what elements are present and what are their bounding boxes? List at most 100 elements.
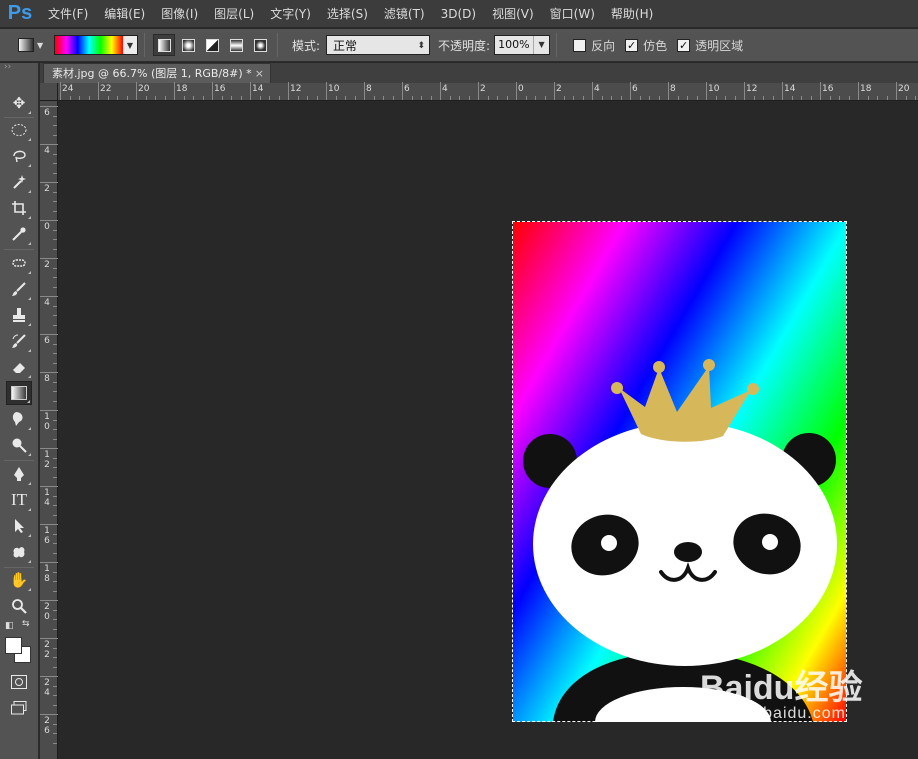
ruler-label: 18: [176, 84, 188, 94]
ruler-subtick: [53, 723, 57, 725]
menu-window[interactable]: 窗口(W): [542, 0, 603, 28]
eyedropper-tool-icon[interactable]: [6, 222, 32, 246]
linear-gradient-button[interactable]: [153, 34, 175, 56]
menu-edit[interactable]: 编辑(E): [96, 0, 153, 28]
reflected-gradient-button[interactable]: [225, 34, 247, 56]
path-selection-tool-icon[interactable]: [6, 514, 32, 538]
lasso-tool-icon[interactable]: [6, 144, 32, 168]
opacity-input[interactable]: 100% ▼: [494, 35, 551, 55]
angle-gradient-button[interactable]: [201, 34, 223, 56]
crop-tool-icon[interactable]: [6, 196, 32, 220]
ruler-subtick: [53, 391, 57, 392]
pen-tool-icon[interactable]: [6, 462, 32, 486]
ruler-tick: [40, 182, 58, 183]
gradient-tool-icon[interactable]: [6, 381, 32, 405]
quick-mask-icon[interactable]: [6, 670, 32, 694]
swap-colors-icon[interactable]: ⇆: [22, 619, 30, 629]
menu-image[interactable]: 图像(I): [153, 0, 206, 28]
screen-mode-icon[interactable]: [6, 696, 32, 720]
photoshop-logo: Ps: [7, 2, 33, 24]
transparency-check-box[interactable]: ✓: [677, 38, 691, 52]
ruler-subtick: [354, 96, 356, 100]
ruler-subtick: [411, 96, 413, 100]
menu-file[interactable]: 文件(F): [40, 0, 96, 28]
dodge-tool-icon[interactable]: [6, 433, 32, 457]
ruler-subtick: [231, 96, 232, 100]
ruler-subtick: [506, 96, 508, 100]
menu-layer[interactable]: 图层(L): [206, 0, 262, 28]
hand-tool-icon[interactable]: ✋: [6, 568, 32, 592]
panda-left-eye: [601, 535, 617, 551]
ruler-subtick: [53, 495, 57, 497]
radial-gradient-button[interactable]: [177, 34, 199, 56]
tool-preset-picker[interactable]: ▼: [18, 34, 48, 56]
gradient-picker[interactable]: ▼: [54, 35, 138, 55]
mode-select[interactable]: 正常 ⬍: [326, 35, 431, 55]
healing-brush-tool-icon[interactable]: [6, 251, 32, 275]
menu-bar: Ps 文件(F) 编辑(E) 图像(I) 图层(L) 文字(Y) 选择(S) 滤…: [0, 0, 918, 28]
ruler-origin[interactable]: [40, 83, 58, 101]
reverse-check-box[interactable]: [573, 38, 587, 52]
diamond-gradient-button[interactable]: [249, 34, 271, 56]
magic-wand-tool-icon[interactable]: [6, 170, 32, 194]
angle-gradient-icon: [205, 38, 219, 52]
ruler-label: 20: [44, 602, 50, 622]
brush-tool-icon[interactable]: [6, 277, 32, 301]
ruler-subtick: [53, 324, 57, 326]
ruler-subtick: [373, 96, 375, 100]
type-tool-icon[interactable]: IT: [6, 488, 32, 512]
close-icon[interactable]: ×: [255, 64, 264, 83]
dither-check-box[interactable]: ✓: [625, 38, 639, 52]
ruler-subtick: [53, 695, 57, 696]
reverse-checkbox[interactable]: 反向: [573, 37, 615, 54]
clone-stamp-tool-icon[interactable]: [6, 303, 32, 327]
ruler-subtick: [345, 96, 346, 100]
ruler-subtick: [69, 96, 71, 100]
ruler-subtick: [53, 343, 57, 345]
menu-type[interactable]: 文字(Y): [262, 0, 319, 28]
menu-3d[interactable]: 3D(D): [433, 0, 484, 28]
ruler-subtick: [53, 733, 57, 734]
blur-tool-icon[interactable]: [6, 407, 32, 431]
document-tab[interactable]: 素材.jpg @ 66.7% (图层 1, RGB/8#) * ×: [43, 63, 271, 83]
ruler-subtick: [53, 581, 57, 582]
ruler-subtick: [620, 96, 622, 100]
eraser-tool-icon[interactable]: [6, 355, 32, 379]
foreground-color-swatch[interactable]: [5, 637, 22, 654]
menu-select[interactable]: 选择(S): [319, 0, 376, 28]
panel-grip-icon[interactable]: ››: [0, 63, 38, 73]
ruler-subtick: [278, 96, 280, 100]
history-brush-tool-icon[interactable]: [6, 329, 32, 353]
ruler-subtick: [658, 96, 660, 100]
chevron-down-icon[interactable]: ▼: [533, 36, 549, 54]
ruler-subtick: [259, 96, 261, 100]
chevron-down-icon[interactable]: ▼: [123, 36, 137, 54]
transparency-checkbox[interactable]: ✓ 透明区域: [677, 37, 743, 54]
divider: [556, 33, 558, 57]
default-colors-icon[interactable]: ◧: [5, 621, 14, 631]
zoom-tool-icon[interactable]: [6, 594, 32, 618]
shape-tool-icon[interactable]: [6, 540, 32, 564]
ruler-subtick: [877, 96, 878, 100]
divider: [277, 33, 278, 57]
ruler-subtick: [639, 96, 641, 100]
ruler-subtick: [886, 96, 888, 100]
horizontal-ruler[interactable]: 24 22 20 18 16 14 12 10 8 6 4 2 0 2 4 6 8 10 12 14 16 18 20: [58, 82, 918, 101]
menu-view[interactable]: 视图(V): [484, 0, 542, 28]
ruler-subtick: [696, 96, 698, 100]
ruler-subtick: [307, 96, 308, 100]
move-tool-icon[interactable]: ✥: [6, 91, 32, 115]
menu-help[interactable]: 帮助(H): [603, 0, 661, 28]
document-image[interactable]: [513, 222, 846, 722]
ruler-subtick: [383, 96, 384, 100]
vertical-ruler[interactable]: 64202468101214161820222426: [40, 101, 58, 759]
color-swatches: [5, 636, 35, 666]
marquee-tool-icon[interactable]: [6, 118, 32, 142]
ruler-label: 6: [44, 108, 50, 118]
ruler-subtick: [53, 248, 57, 250]
ruler-subtick: [53, 172, 57, 174]
dither-checkbox[interactable]: ✓ 仿色: [625, 37, 667, 54]
ruler-label: 26: [44, 716, 50, 736]
updown-arrow-icon: ⬍: [417, 41, 426, 51]
menu-filter[interactable]: 滤镜(T): [376, 0, 433, 28]
